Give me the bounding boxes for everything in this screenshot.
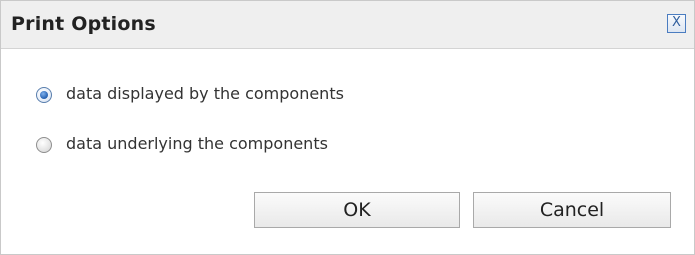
- cancel-button[interactable]: Cancel: [473, 192, 671, 228]
- dialog-titlebar: Print Options X: [1, 1, 694, 49]
- dialog-title: Print Options: [11, 13, 156, 35]
- radio-data-displayed[interactable]: [36, 87, 52, 103]
- option-label-data-underlying[interactable]: data underlying the components: [66, 134, 328, 154]
- print-options-dialog: Print Options X data displayed by the co…: [0, 0, 695, 255]
- close-button[interactable]: X: [667, 14, 686, 33]
- close-icon[interactable]: X: [668, 15, 685, 32]
- ok-button[interactable]: OK: [254, 192, 460, 228]
- radio-data-underlying[interactable]: [36, 137, 52, 153]
- option-label-data-displayed[interactable]: data displayed by the components: [66, 84, 344, 104]
